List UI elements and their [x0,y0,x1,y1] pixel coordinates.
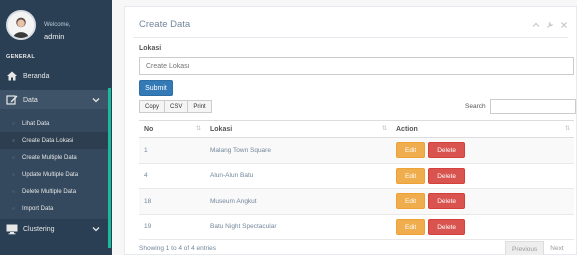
sidebar: Welcome, admin GENERAL Beranda Data Liha… [0,0,112,255]
welcome-text: Welcome, [44,22,71,28]
user-avatar-icon [8,12,34,38]
cell-no: 19 [139,214,205,240]
menu-label-clustering: Clustering [23,225,55,233]
bullet-icon [12,122,15,125]
chevron-down-icon [92,227,100,232]
submenu-item-update-multiple-data[interactable]: Update Multiple Data [0,166,108,183]
edit-button[interactable]: Edit [396,193,426,210]
table-row: 19 Batu Night Spectacular Edit Delete [139,214,574,240]
bullet-icon [12,190,15,193]
bullet-icon [12,156,15,159]
delete-button[interactable]: Delete [428,142,465,159]
cell-no: 1 [139,137,205,164]
submenu-item-create-multiple-data[interactable]: Create Multiple Data [0,149,108,166]
pagination: Previous Next [505,241,570,255]
close-icon[interactable] [560,21,568,29]
panel-tools [532,21,568,29]
sidebar-accent-bar [108,88,111,248]
column-header-action[interactable]: Action ⇅ [391,120,574,138]
chevron-down-icon [92,98,100,103]
data-submenu: Lihat Data Create Data Lokasi Create Mul… [0,109,108,219]
copy-button[interactable]: Copy [139,100,166,113]
submenu-label: Create Multiple Data [22,154,77,161]
edit-button[interactable]: Edit [396,142,426,159]
menu-item-beranda[interactable]: Beranda [0,66,108,86]
table-header-row: No ⇅ Lokasi ⇅ Action ⇅ [139,120,574,138]
data-table: No ⇅ Lokasi ⇅ Action ⇅ 1 Malang Town Square… [139,120,574,240]
menu-item-data[interactable]: Data [0,90,108,110]
lokasi-label: Lokasi [139,45,162,52]
menu-label-data: Data [23,96,38,104]
section-title: GENERAL [6,54,35,60]
table-row: 1 Malang Town Square Edit Delete [139,137,574,164]
bullet-icon [12,173,15,176]
cell-lokasi: Batu Night Spectacular [205,214,391,240]
submenu-label: Create Data Lokasi [22,137,74,144]
sort-asc-icon: ⇅ [195,126,201,132]
search-label: Search [465,103,486,110]
delete-button[interactable]: Delete [428,167,465,184]
cell-lokasi: Malang Town Square [205,137,391,164]
edit-icon [6,95,18,105]
submenu-item-lihat-data[interactable]: Lihat Data [0,115,108,132]
table-row: 4 Alun-Alun Batu Edit Delete [139,163,574,189]
profile: Welcome, admin [0,0,112,48]
sort-icon: ⇅ [381,126,387,132]
cell-action: Edit Delete [391,163,574,189]
bullet-icon [12,207,15,210]
submenu-label: Update Multiple Data [22,171,79,178]
column-header-lokasi[interactable]: Lokasi ⇅ [205,120,391,138]
datatable-buttons: Copy CSV Print [139,100,212,113]
bullet-icon [12,139,15,142]
sort-icon: ⇅ [564,126,570,132]
menu-item-clustering[interactable]: Clustering [0,219,108,239]
previous-button[interactable]: Previous [505,241,545,255]
delete-button[interactable]: Delete [428,193,465,210]
column-header-no[interactable]: No ⇅ [139,120,205,138]
submenu-item-import-data[interactable]: Import Data [0,200,108,217]
edit-button[interactable]: Edit [396,167,426,184]
table-row: 18 Museum Angkut Edit Delete [139,188,574,215]
cell-action: Edit Delete [391,137,574,164]
home-icon [7,71,17,81]
cell-lokasi: Alun-Alun Batu [205,163,391,189]
cell-no: 18 [139,188,205,215]
table-info: Showing 1 to 4 of 4 entries [139,245,216,252]
next-button[interactable]: Next [544,241,569,255]
search-input[interactable] [490,99,576,114]
edit-button[interactable]: Edit [396,218,426,235]
panel-divider [133,37,568,38]
create-data-panel: Create Data Lokasi Submit Copy CSV Print… [124,6,577,255]
delete-button[interactable]: Delete [428,218,465,235]
lokasi-input[interactable] [139,57,574,75]
desktop-icon [6,224,18,235]
submenu-item-create-data-lokasi[interactable]: Create Data Lokasi [0,132,108,149]
submenu-label: Import Data [22,205,54,212]
avatar[interactable] [6,10,36,40]
collapse-icon[interactable] [532,21,540,29]
cell-action: Edit Delete [391,188,574,215]
submenu-label: Delete Multiple Data [22,188,77,195]
username: admin [44,32,65,41]
panel-title: Create Data [139,19,191,30]
cell-action: Edit Delete [391,214,574,240]
submenu-item-delete-multiple-data[interactable]: Delete Multiple Data [0,183,108,200]
print-button[interactable]: Print [188,100,212,113]
submenu-label: Lihat Data [22,120,50,127]
cell-no: 4 [139,163,205,189]
menu-label-beranda: Beranda [23,72,50,80]
submit-button[interactable]: Submit [139,80,173,96]
wrench-icon[interactable] [546,21,554,29]
cell-lokasi: Museum Angkut [205,188,391,215]
csv-button[interactable]: CSV [165,100,189,113]
